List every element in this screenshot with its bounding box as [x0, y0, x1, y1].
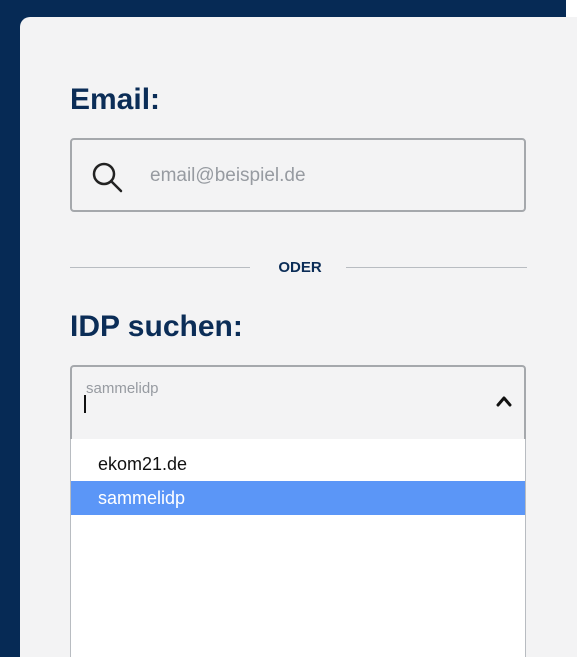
dropdown-option-ekom21[interactable]: ekom21.de	[71, 447, 525, 481]
text-caret	[84, 395, 86, 413]
dropdown-option-sammelidp[interactable]: sammelidp	[71, 481, 525, 515]
divider-right	[346, 267, 527, 268]
search-icon	[92, 162, 123, 193]
idp-placeholder: sammelidp	[86, 380, 159, 397]
email-placeholder: email@beispiel.de	[150, 165, 306, 186]
email-field[interactable]: email@beispiel.de	[70, 138, 526, 212]
email-label: Email:	[70, 83, 161, 116]
idp-label: IDP suchen:	[70, 310, 243, 343]
idp-search-input[interactable]: sammelidp	[70, 365, 526, 439]
chevron-up-icon[interactable]	[496, 395, 512, 407]
divider-text: ODER	[278, 259, 322, 276]
divider-left	[70, 267, 250, 268]
idp-dropdown-list: ekom21.de sammelidp	[70, 439, 526, 657]
